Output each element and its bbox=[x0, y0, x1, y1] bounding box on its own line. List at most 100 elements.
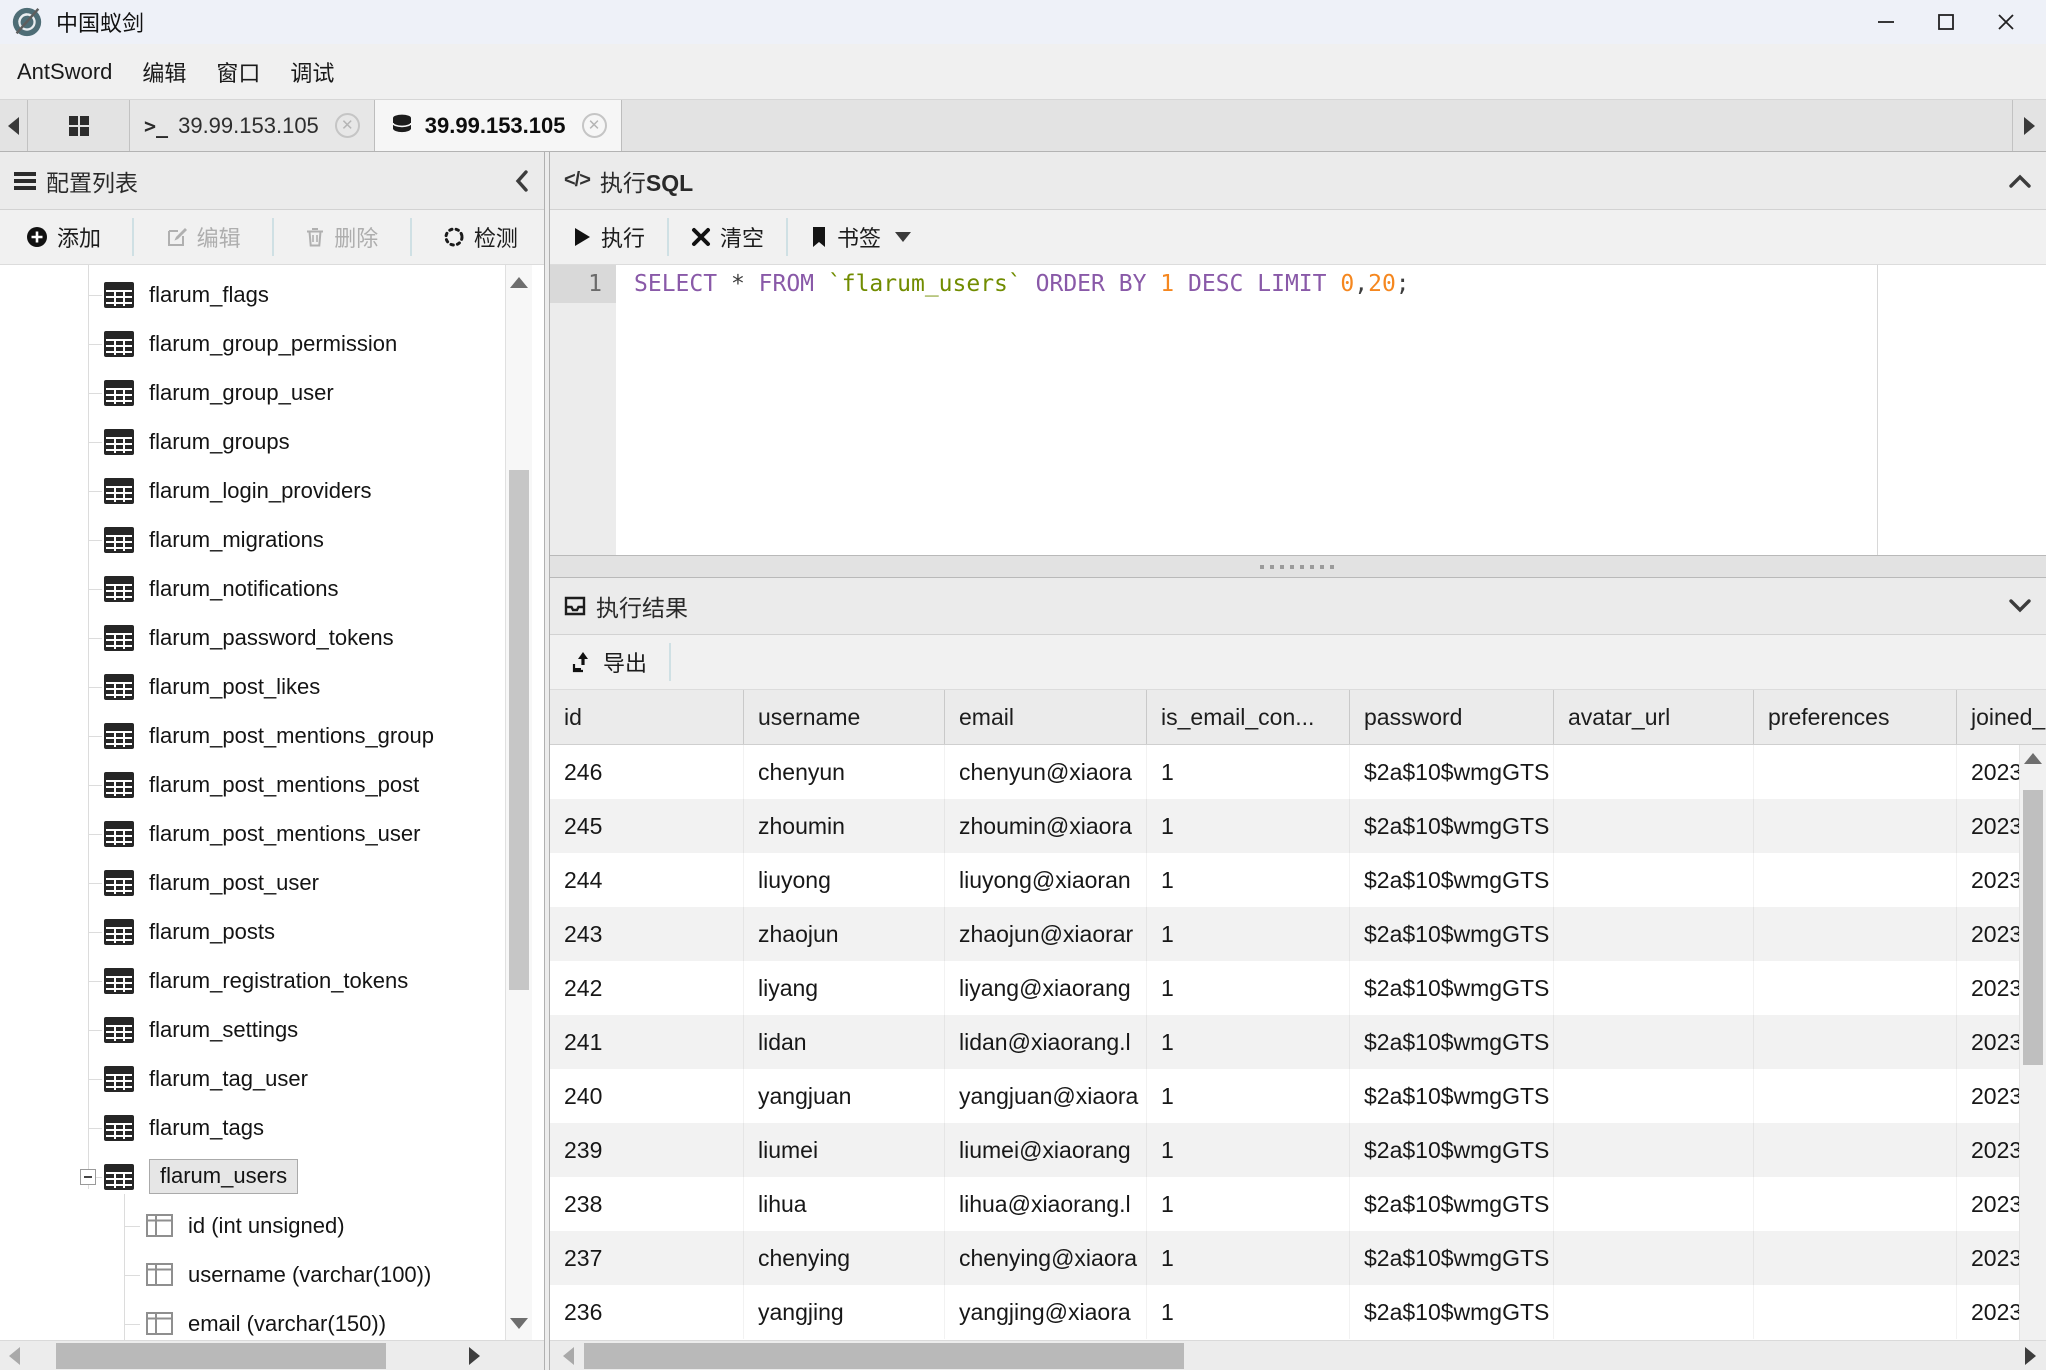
table-row[interactable]: 243zhaojunzhaojun@xiaorar1$2a$10$wmgGTS2… bbox=[550, 907, 2046, 961]
tree-vertical-scrollbar[interactable] bbox=[505, 265, 532, 1340]
edit-button[interactable]: 编辑 bbox=[144, 210, 263, 264]
sql-editor[interactable]: 1 SELECT * FROM `flarum_users` ORDER BY … bbox=[550, 265, 2046, 555]
table-row[interactable]: 236yangjingyangjing@xiaora1$2a$10$wmgGTS… bbox=[550, 1285, 2046, 1339]
collapse-minus-icon[interactable] bbox=[80, 1169, 96, 1185]
export-button[interactable]: 导出 bbox=[550, 635, 669, 689]
result-vertical-scrollbar[interactable] bbox=[2019, 745, 2046, 1340]
table-cell: $2a$10$wmgGTS bbox=[1350, 745, 1554, 799]
add-button[interactable]: 添加 bbox=[4, 210, 123, 264]
table-row[interactable]: 238lihualihua@xiaorang.l1$2a$10$wmgGTS20… bbox=[550, 1177, 2046, 1231]
table-cell: liuyong@xiaoran bbox=[945, 853, 1147, 907]
run-button[interactable]: 执行 bbox=[550, 210, 667, 264]
tree-item-table[interactable]: flarum_flags bbox=[0, 270, 504, 319]
tree-item-table[interactable]: flarum_post_user bbox=[0, 858, 504, 907]
table-row[interactable]: 245zhouminzhoumin@xiaora1$2a$10$wmgGTS20… bbox=[550, 799, 2046, 853]
scroll-right-arrow-icon[interactable] bbox=[460, 1341, 488, 1370]
collapse-up-icon[interactable] bbox=[2008, 173, 2032, 189]
tree-item-table[interactable]: flarum_password_tokens bbox=[0, 613, 504, 662]
result-column-header[interactable]: id bbox=[550, 690, 744, 744]
table-row[interactable]: 237chenyingchenying@xiaora1$2a$10$wmgGTS… bbox=[550, 1231, 2046, 1285]
tree-item-table[interactable]: flarum_groups bbox=[0, 417, 504, 466]
menu-window[interactable]: 窗口 bbox=[201, 44, 275, 99]
table-cell: yangjing@xiaora bbox=[945, 1285, 1147, 1339]
result-column-header[interactable]: avatar_url bbox=[1554, 690, 1754, 744]
result-hscrollbar-thumb[interactable] bbox=[584, 1343, 1184, 1369]
maximize-button[interactable] bbox=[1916, 0, 1976, 44]
result-horizontal-scrollbar[interactable] bbox=[550, 1340, 2046, 1370]
result-column-header[interactable]: is_email_con... bbox=[1147, 690, 1350, 744]
scroll-left-arrow-icon[interactable] bbox=[0, 1341, 28, 1370]
tree-item-column[interactable]: id (int unsigned) bbox=[0, 1201, 504, 1250]
result-scrollbar-thumb[interactable] bbox=[2023, 790, 2043, 1065]
tree-item-table[interactable]: flarum_post_mentions_post bbox=[0, 760, 504, 809]
delete-button[interactable]: 删除 bbox=[283, 210, 400, 264]
scroll-up-arrow-icon[interactable] bbox=[2020, 753, 2046, 764]
table-row[interactable]: 246chenyunchenyun@xiaora1$2a$10$wmgGTS20… bbox=[550, 745, 2046, 799]
scroll-down-arrow-icon[interactable] bbox=[506, 1308, 532, 1338]
result-column-header[interactable]: preferences bbox=[1754, 690, 1957, 744]
tree-item-table[interactable]: flarum_posts bbox=[0, 907, 504, 956]
tab-terminal-close-icon[interactable]: ✕ bbox=[335, 113, 360, 138]
tabs-scroll-right-button[interactable] bbox=[2012, 100, 2046, 151]
result-header: 执行结果 bbox=[550, 578, 2046, 635]
table-icon bbox=[104, 478, 134, 504]
chevron-left-icon bbox=[8, 117, 19, 135]
collapse-down-icon[interactable] bbox=[2008, 598, 2032, 614]
tree-item-table[interactable]: flarum_post_mentions_group bbox=[0, 711, 504, 760]
tabs-scroll-left-button[interactable] bbox=[0, 100, 28, 151]
menu-antsword[interactable]: AntSword bbox=[2, 44, 127, 99]
tree-item-table[interactable]: flarum_tag_user bbox=[0, 1054, 504, 1103]
tab-database-close-icon[interactable]: ✕ bbox=[582, 113, 607, 138]
bookmark-button[interactable]: 书签 bbox=[788, 210, 933, 264]
table-cell bbox=[1554, 1123, 1754, 1177]
config-list-panel: 配置列表 添加 编辑 bbox=[0, 152, 545, 1370]
result-column-header[interactable]: password bbox=[1350, 690, 1554, 744]
table-row[interactable]: 241lidanlidan@xiaorang.l1$2a$10$wmgGTS20… bbox=[550, 1015, 2046, 1069]
menu-debug[interactable]: 调试 bbox=[275, 44, 349, 99]
table-cell: liuyong bbox=[744, 853, 945, 907]
tab-terminal[interactable]: >_ 39.99.153.105 ✕ bbox=[130, 100, 375, 151]
tab-database[interactable]: 39.99.153.105 ✕ bbox=[375, 100, 622, 151]
table-row[interactable]: 244liuyongliuyong@xiaoran1$2a$10$wmgGTS2… bbox=[550, 853, 2046, 907]
scroll-left-arrow-icon[interactable] bbox=[554, 1341, 582, 1370]
collapse-left-icon[interactable] bbox=[514, 169, 530, 193]
tree-item-table[interactable]: flarum_registration_tokens bbox=[0, 956, 504, 1005]
panel-splitter-horizontal[interactable] bbox=[550, 555, 2046, 578]
table-row[interactable]: 239liumeiliumei@xiaorang1$2a$10$wmgGTS20… bbox=[550, 1123, 2046, 1177]
result-column-header[interactable]: email bbox=[945, 690, 1147, 744]
tree-item-table[interactable]: flarum_group_permission bbox=[0, 319, 504, 368]
tree-hscrollbar-thumb[interactable] bbox=[56, 1343, 386, 1369]
result-column-header[interactable]: joined_ bbox=[1957, 690, 2046, 744]
tree-item-table[interactable]: flarum_post_mentions_user bbox=[0, 809, 504, 858]
sql-token bbox=[1022, 271, 1036, 297]
scroll-up-arrow-icon[interactable] bbox=[506, 267, 532, 297]
table-row[interactable]: 242liyangliyang@xiaorang1$2a$10$wmgGTS20… bbox=[550, 961, 2046, 1015]
dashboard-tab-button[interactable] bbox=[28, 100, 130, 151]
menu-edit[interactable]: 编辑 bbox=[127, 44, 201, 99]
minimize-button[interactable] bbox=[1856, 0, 1916, 44]
tree-item-table[interactable]: flarum_settings bbox=[0, 1005, 504, 1054]
tree-item-column[interactable]: email (varchar(150)) bbox=[0, 1299, 504, 1340]
result-column-header[interactable]: username bbox=[744, 690, 945, 744]
tree-item-table[interactable]: flarum_notifications bbox=[0, 564, 504, 613]
scroll-right-arrow-icon[interactable] bbox=[2016, 1341, 2044, 1370]
editor-code-area[interactable]: SELECT * FROM `flarum_users` ORDER BY 1 … bbox=[616, 265, 2046, 555]
table-cell: lihua@xiaorang.l bbox=[945, 1177, 1147, 1231]
table-cell bbox=[1754, 961, 1957, 1015]
tree-item-table[interactable]: flarum_post_likes bbox=[0, 662, 504, 711]
tree-item-table[interactable]: flarum_group_user bbox=[0, 368, 504, 417]
tree-item-table-selected[interactable]: flarum_users bbox=[0, 1152, 504, 1201]
table-row[interactable]: 240yangjuanyangjuan@xiaora1$2a$10$wmgGTS… bbox=[550, 1069, 2046, 1123]
tree-item-table[interactable]: flarum_login_providers bbox=[0, 466, 504, 515]
sql-token: ORDER bbox=[1036, 271, 1105, 297]
tree-scrollbar-thumb[interactable] bbox=[509, 470, 529, 990]
tree-horizontal-scrollbar[interactable] bbox=[0, 1340, 544, 1370]
table-cell: $2a$10$wmgGTS bbox=[1350, 961, 1554, 1015]
editor-gutter: 1 bbox=[550, 265, 616, 555]
clear-button[interactable]: 清空 bbox=[669, 210, 786, 264]
close-button[interactable] bbox=[1976, 0, 2036, 44]
tree-item-column[interactable]: username (varchar(100)) bbox=[0, 1250, 504, 1299]
tree-item-table[interactable]: flarum_tags bbox=[0, 1103, 504, 1152]
check-button[interactable]: 检测 bbox=[421, 210, 540, 264]
tree-item-table[interactable]: flarum_migrations bbox=[0, 515, 504, 564]
